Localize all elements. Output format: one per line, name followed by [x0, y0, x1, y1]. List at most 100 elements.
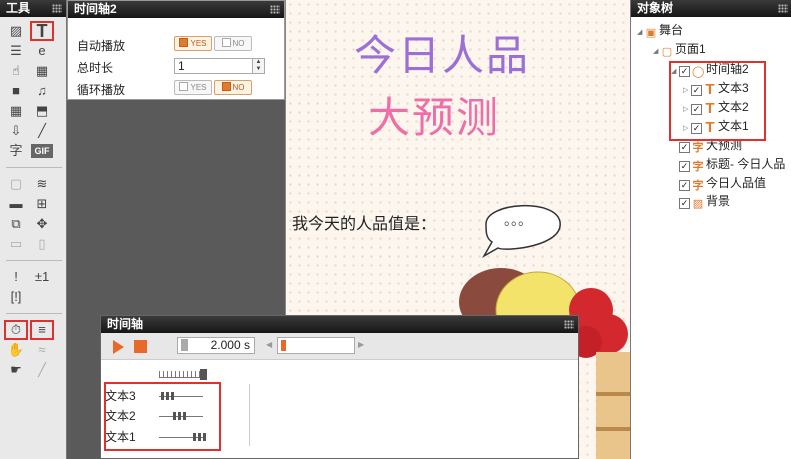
tool-list: ▨ T☰ e☝ ▦■ ♫▦ ⬒⇩ ╱字 GIF ▢ ≋▬ ⊞⧉ ✥▭ ▯! ±1[!] ⏱ ≡✋ ≈☛ ╱ [0, 17, 66, 380]
grip-icon[interactable] [270, 5, 280, 14]
bubble-text: 。。。 [504, 212, 532, 228]
stage-subtitle-text[interactable]: 大预测 [368, 84, 500, 145]
alert-icon[interactable]: ! [5, 268, 27, 286]
stage-icon: ▣ [645, 27, 657, 39]
tree-node-label: 背景 [706, 194, 731, 208]
autoplay-yes-text: YES [190, 39, 207, 48]
visibility-checkbox[interactable]: ✓ [679, 180, 690, 191]
mobile-icon[interactable]: ▯ [31, 235, 53, 253]
scroll-left-icon[interactable]: ◀ [266, 340, 272, 349]
visibility-checkbox[interactable]: ✓ [679, 198, 690, 209]
properties-title: 时间轴2 [68, 1, 284, 18]
grip-icon[interactable] [778, 4, 788, 13]
loop-no-text: NO [232, 83, 245, 92]
page-icon: ▢ [661, 46, 673, 58]
grip-icon[interactable] [564, 320, 574, 329]
tree-node-label: 标题- 今日人品 [706, 157, 786, 171]
timeline-title-text: 时间轴 [107, 317, 144, 331]
toolbox-title-text: 工具 [6, 1, 31, 15]
link-icon[interactable]: e [31, 42, 53, 60]
time-slider[interactable] [277, 337, 355, 354]
image-icon[interactable]: ▨ [5, 22, 27, 40]
autoplay-no-text: NO [232, 39, 245, 48]
scroll-right-icon[interactable]: ▶ [358, 340, 364, 349]
note-icon[interactable]: ▢ [5, 175, 27, 193]
collapse-arrow-icon[interactable]: ◢ [637, 24, 645, 42]
bracket-icon[interactable]: [!] [5, 288, 27, 306]
layers-icon[interactable]: ≋ [31, 175, 53, 193]
autoplay-no-toggle[interactable]: NO [214, 36, 252, 51]
tree-node-label: 舞台 [659, 23, 684, 37]
toolbox-panel: 工具 ▨ T☰ e☝ ▦■ ♫▦ ⬒⇩ ╱字 GIF ▢ ≋▬ ⊞⧉ ✥▭ ▯! ±1[!] ⏱ ≡✋ ≈☛ ╱ [0, 0, 67, 459]
char-icon: 字 [692, 142, 704, 154]
stop-icon[interactable] [134, 340, 147, 353]
monitor-icon[interactable]: ▭ [5, 235, 27, 253]
loop-yes-toggle[interactable]: YES [174, 80, 212, 95]
grid-icon[interactable]: ▦ [5, 102, 27, 120]
timeline-icon[interactable]: ≡ [30, 320, 54, 340]
timeline-panel: 时间轴 2.000 s ◀ ▶ 文本3 文本2 文本1 [100, 315, 579, 459]
toolbox-separator [6, 260, 62, 261]
playhead-icon[interactable] [200, 369, 207, 380]
gallery-icon[interactable]: ▦ [31, 62, 53, 80]
text-icon[interactable]: T [30, 21, 54, 41]
tree-node-stage[interactable]: ◢ ▣ 舞台 [637, 21, 683, 39]
properties-title-text: 时间轴2 [74, 2, 117, 16]
touch-icon[interactable]: ☛ [5, 361, 27, 379]
duration-label: 总时长 [77, 61, 114, 75]
grip-icon[interactable] [52, 4, 62, 13]
stage-value-label[interactable]: 我今天的人品值是： [292, 210, 436, 234]
collapse-arrow-icon[interactable]: ◢ [653, 43, 661, 61]
drag-icon[interactable]: ✋ [5, 341, 27, 359]
autoplay-row: 自动播放 YES NO [68, 33, 284, 55]
download-icon[interactable]: ⇩ [5, 122, 27, 140]
divider [249, 384, 250, 446]
crop-icon[interactable]: ⊞ [31, 195, 53, 213]
wand-icon[interactable]: ╱ [31, 361, 53, 379]
highlight-box [104, 382, 221, 451]
stamp-icon[interactable]: ⬒ [31, 102, 53, 120]
brush-icon[interactable]: ╱ [31, 122, 53, 140]
toolbox-title: 工具 [0, 0, 66, 17]
properties-panel: 时间轴2 自动播放 YES NO 总时长 1 ▲ ▼ 循环播放 YES NO [67, 0, 285, 100]
timer-icon[interactable]: ⏱ [4, 320, 28, 340]
video-icon[interactable]: ■ [5, 82, 27, 100]
autoplay-label: 自动播放 [77, 39, 126, 53]
stage-title-text[interactable]: 今日人品 [354, 22, 530, 83]
swipe-icon[interactable]: ≈ [31, 341, 53, 359]
char-icon[interactable]: 字 [5, 142, 27, 160]
autoplay-yes-toggle[interactable]: YES [174, 36, 212, 51]
loop-no-toggle[interactable]: NO [214, 80, 252, 95]
time-slider-handle[interactable] [281, 340, 286, 351]
tree-node-value[interactable]: ✓ 字今日人品值 [679, 174, 766, 192]
hand-icon[interactable]: ☝ [5, 62, 27, 80]
duration-stepper[interactable]: ▲ ▼ [252, 58, 265, 74]
char-icon: 字 [692, 161, 704, 173]
folder-icon[interactable]: ▬ [5, 195, 27, 213]
plus-minus-icon[interactable]: ±1 [31, 268, 53, 286]
visibility-checkbox[interactable]: ✓ [679, 142, 690, 153]
form-icon[interactable]: ☰ [5, 42, 27, 60]
object-tree-title: 对象树 [631, 0, 791, 17]
tree-node-page[interactable]: ◢ ▢ 页面1 [653, 40, 706, 58]
time-input[interactable]: 2.000 s [177, 337, 255, 354]
toolbox-separator [6, 313, 62, 314]
play-icon[interactable] [113, 340, 124, 354]
duration-row: 总时长 1 ▲ ▼ [68, 55, 284, 77]
timeline-title: 时间轴 [101, 316, 578, 333]
highlight-box [669, 61, 766, 141]
loop-label: 循环播放 [77, 83, 126, 97]
music-icon[interactable]: ♫ [31, 82, 53, 100]
image-icon: ▨ [692, 198, 704, 210]
tree-node-background[interactable]: ✓ ▨ 背景 [679, 192, 730, 210]
loop-yes-text: YES [190, 83, 207, 92]
toolbox-separator [6, 167, 62, 168]
window-icon[interactable]: ⧉ [5, 215, 27, 233]
tree-node-label: 今日人品值 [706, 176, 767, 190]
duration-input[interactable]: 1 [174, 58, 260, 74]
visibility-checkbox[interactable]: ✓ [679, 161, 690, 172]
move-icon[interactable]: ✥ [31, 215, 53, 233]
tree-node-label: 页面1 [675, 42, 706, 56]
gif-icon[interactable]: GIF [31, 144, 53, 158]
tree-node-title[interactable]: ✓ 字标题- 今日人品 [679, 155, 785, 173]
